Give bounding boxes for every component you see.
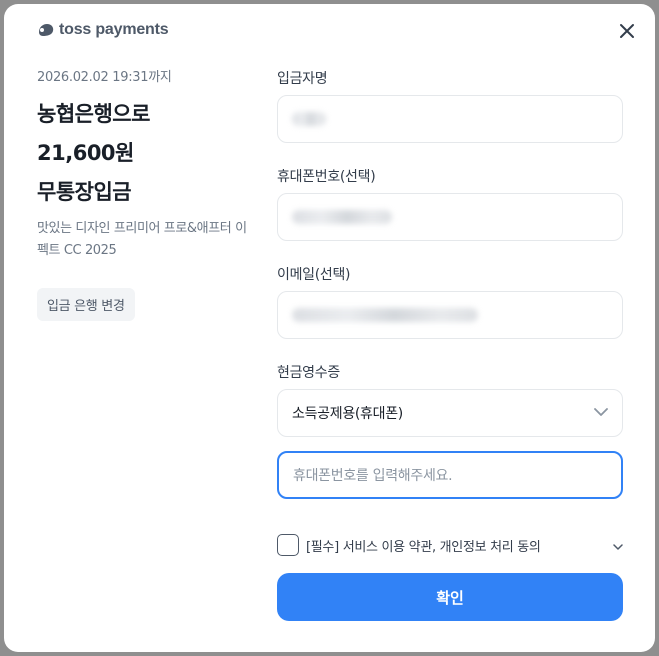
amount-line: 21,600원 (37, 141, 134, 165)
depositor-label: 입금자명 (277, 71, 328, 87)
deposit-deadline: 2026.02.02 19:31까지 (37, 70, 172, 85)
agreement-checkbox[interactable] (277, 534, 299, 556)
email-input[interactable] (277, 291, 623, 339)
agreement-row: [필수] 서비스 이용 약관, 개인정보 처리 동의 (277, 533, 623, 557)
phone-value-redacted (292, 210, 392, 224)
payment-modal: toss payments 2026.02.02 19:31까지 농협은행으로 … (4, 4, 655, 652)
phone-label: 휴대폰번호(선택) (277, 169, 376, 185)
payment-method-line: 무통장입금 (37, 180, 132, 204)
toss-payments-logo: toss payments (37, 21, 169, 39)
cash-receipt-type-select[interactable]: 소득공제용(휴대폰) (277, 389, 623, 437)
phone-input[interactable] (277, 193, 623, 241)
cash-receipt-phone-placeholder: 휴대폰번호를 입력해주세요. (293, 468, 453, 484)
cash-receipt-selected: 소득공제용(휴대폰) (292, 406, 403, 422)
email-value-redacted (292, 308, 478, 322)
logo-text: toss payments (59, 21, 169, 38)
cash-receipt-label: 현금영수증 (277, 365, 340, 381)
bank-line: 농협은행으로 (37, 102, 150, 126)
product-name: 맛있는 디자인 프리미어 프로&애프터 이펙트 CC 2025 (37, 221, 247, 258)
change-bank-button[interactable]: 입금 은행 변경 (37, 288, 135, 321)
expand-chevron-icon[interactable] (613, 536, 623, 555)
close-button[interactable] (617, 21, 637, 41)
email-label: 이메일(선택) (277, 267, 351, 283)
order-summary: 2026.02.02 19:31까지 농협은행으로 21,600원 무통장입금 … (37, 66, 247, 321)
cash-receipt-phone-input[interactable]: 휴대폰번호를 입력해주세요. (277, 451, 623, 499)
depositor-value-redacted (292, 112, 326, 126)
confirm-button[interactable]: 확인 (277, 573, 623, 621)
toss-logo-icon (37, 23, 55, 37)
chevron-down-icon (594, 405, 608, 421)
depositor-input[interactable] (277, 95, 623, 143)
agreement-label[interactable]: [필수] 서비스 이용 약관, 개인정보 처리 동의 (306, 536, 613, 555)
close-icon (617, 21, 637, 41)
